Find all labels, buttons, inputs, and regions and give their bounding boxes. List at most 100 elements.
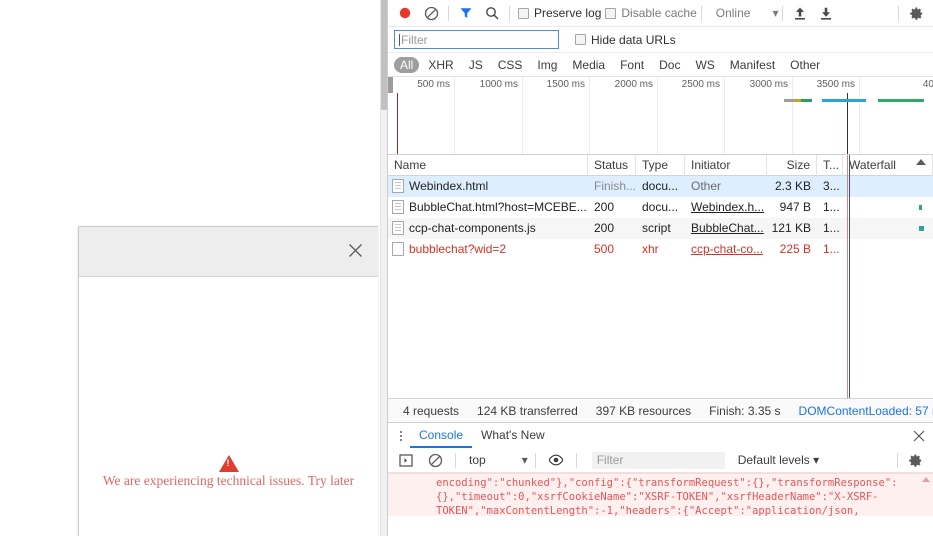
type-filter-all[interactable]: All — [394, 56, 420, 73]
overview-tick-label: 40 — [922, 79, 933, 90]
request-status: 200 — [594, 220, 615, 235]
overview-tick: 1500 ms — [523, 77, 590, 154]
load-event-marker — [847, 93, 848, 154]
filter-input[interactable]: Filter — [394, 30, 559, 49]
filter-funnel-icon[interactable] — [453, 1, 479, 25]
request-initiator[interactable]: ccp-chat-co... — [685, 239, 767, 260]
request-name-cell: BubbleChat.html?host=MCEBE... — [388, 200, 588, 214]
column-header-initiator[interactable]: Initiator — [685, 154, 767, 176]
request-status: 500 — [594, 241, 615, 256]
kebab-dot — [400, 434, 402, 437]
warning-triangle-icon — [218, 455, 239, 472]
clear-console-icon[interactable] — [422, 448, 448, 472]
table-row[interactable]: bubblechat?wid=2 500 xhr ccp-chat-co... … — [388, 239, 933, 260]
network-filter-row: Filter Hide data URLs — [388, 27, 933, 53]
type-filter-xhr[interactable]: XHR — [422, 57, 459, 73]
toolbar-divider — [455, 452, 456, 468]
request-name-cell: bubblechat?wid=2 — [388, 242, 588, 256]
type-filter-font[interactable]: Font — [614, 57, 650, 73]
request-count: 4 requests — [403, 403, 460, 418]
table-row[interactable]: BubbleChat.html?host=MCEBE... 200 docu..… — [388, 197, 933, 218]
live-expression-icon[interactable] — [543, 448, 569, 472]
request-initiator[interactable]: Webindex.h... — [685, 197, 767, 218]
record-icon[interactable] — [392, 1, 418, 25]
type-filter-js[interactable]: JS — [463, 57, 489, 73]
column-header-name[interactable]: Name — [388, 154, 588, 176]
console-sidebar-icon[interactable] — [393, 448, 419, 472]
chat-error-message: We are experiencing technical issues. Tr… — [102, 473, 355, 488]
request-time: 1... — [823, 199, 840, 214]
resource-type-filters: All XHR JS CSS Img Media Font Doc WS Man… — [388, 53, 933, 77]
chat-widget-panel: We are experiencing technical issues. Tr… — [78, 226, 378, 536]
more-options-icon[interactable] — [392, 425, 410, 447]
waterfall-bar — [919, 225, 924, 231]
search-icon[interactable] — [479, 1, 505, 25]
console-context-dropdown[interactable]: top ▾ — [469, 453, 528, 467]
type-filter-img[interactable]: Img — [531, 57, 563, 73]
console-log-levels-dropdown[interactable]: Default levels ▾ — [738, 453, 819, 467]
column-header-status[interactable]: Status — [588, 154, 636, 176]
export-har-icon[interactable] — [813, 1, 839, 25]
network-overview-timeline[interactable]: 500 ms 1000 ms 1500 ms 2000 ms 2500 ms 3… — [388, 77, 933, 155]
scroll-up-icon[interactable] — [922, 477, 930, 482]
column-header-waterfall[interactable]: Waterfall — [843, 154, 933, 176]
table-row[interactable]: ccp-chat-components.js 200 script Bubble… — [388, 218, 933, 239]
request-waterfall — [843, 197, 933, 218]
column-header-size[interactable]: Size — [767, 154, 817, 176]
preserve-log-checkbox[interactable]: Preserve log — [518, 6, 601, 20]
request-waterfall — [843, 239, 933, 260]
tab-console[interactable]: Console — [410, 423, 473, 448]
close-icon[interactable] — [340, 235, 370, 265]
request-waterfall — [843, 218, 933, 239]
chat-widget-header — [79, 227, 378, 277]
type-filter-other[interactable]: Other — [784, 57, 826, 73]
request-status: Finish... — [594, 178, 636, 193]
dom-content-loaded-marker — [397, 93, 398, 154]
console-message-area[interactable]: encoding":"chunked"},"config":{"transfor… — [388, 473, 933, 516]
waterfall-bar — [919, 204, 922, 210]
request-initiator[interactable]: BubbleChat... — [685, 218, 767, 239]
request-waterfall — [843, 176, 933, 197]
request-type: xhr — [642, 241, 659, 256]
request-size: 2.3 KB — [774, 178, 811, 193]
import-har-icon[interactable] — [787, 1, 813, 25]
column-header-type[interactable]: Type — [636, 154, 685, 176]
network-requests-table: Name Status Type Initiator Size T... Wat… — [388, 154, 933, 398]
request-size: 225 B — [779, 241, 811, 256]
chevron-down-icon: ▾ — [521, 453, 528, 467]
overview-tick-label: 1000 ms — [479, 79, 518, 90]
hide-data-urls-checkbox[interactable]: Hide data URLs — [575, 33, 676, 47]
overview-tick: 2000 ms — [590, 77, 658, 154]
request-time: 3... — [823, 178, 840, 193]
request-name: ccp-chat-components.js — [409, 221, 536, 235]
throttling-dropdown[interactable]: Online ▾ — [716, 6, 779, 20]
overview-tick-label: 1500 ms — [546, 79, 585, 90]
type-filter-media[interactable]: Media — [566, 57, 611, 73]
network-status-bar: 4 requests 124 KB transferred 397 KB res… — [388, 398, 933, 422]
finish-time: Finish: 3.35 s — [709, 403, 781, 418]
clear-icon[interactable] — [418, 1, 444, 25]
type-filter-manifest[interactable]: Manifest — [724, 57, 781, 73]
page-scrollbar[interactable] — [380, 0, 388, 536]
type-filter-css[interactable]: CSS — [492, 57, 529, 73]
disable-cache-checkbox[interactable]: Disable cache — [605, 6, 697, 20]
preserve-log-label: Preserve log — [534, 6, 602, 20]
column-header-time[interactable]: T... — [817, 154, 843, 176]
request-initiator: Other — [691, 178, 722, 193]
tab-whats-new[interactable]: What's New — [472, 423, 554, 448]
overview-tick-label: 3500 ms — [816, 79, 855, 90]
gear-icon[interactable] — [902, 448, 928, 472]
close-icon[interactable] — [913, 430, 925, 442]
document-icon — [392, 179, 404, 193]
gear-icon[interactable] — [903, 1, 929, 25]
checkbox-box — [518, 7, 529, 19]
chat-error-block: We are experiencing technical issues. Tr… — [79, 455, 378, 489]
toolbar-divider — [897, 452, 898, 468]
console-filter-input[interactable]: Filter — [591, 451, 725, 469]
load-event-line — [849, 155, 850, 398]
type-filter-ws[interactable]: WS — [689, 57, 720, 73]
type-filter-doc[interactable]: Doc — [653, 57, 686, 73]
console-toolbar: top ▾ Filter Default levels ▾ — [388, 448, 933, 473]
overview-tick: 3500 ms — [793, 77, 860, 154]
table-row[interactable]: Webindex.html Finish... docu... Other 2.… — [388, 176, 933, 197]
